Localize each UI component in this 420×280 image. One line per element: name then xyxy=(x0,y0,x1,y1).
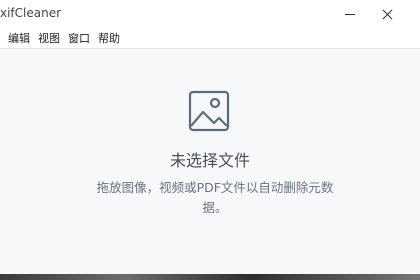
image-icon xyxy=(188,90,230,132)
empty-state-title: 未选择文件 xyxy=(169,151,250,170)
menu-help[interactable]: 帮助 xyxy=(98,30,120,46)
menu-edit[interactable]: 编辑 xyxy=(8,30,30,46)
empty-state-description: 拖放图像，视频或PDF文件以自动删除元数据。 xyxy=(96,180,334,215)
menu-view[interactable]: 视图 xyxy=(38,30,60,46)
file-drop-zone[interactable]: 未选择文件 拖放图像，视频或PDF文件以自动删除元数据。 xyxy=(0,49,420,280)
window-title: xifCleaner xyxy=(0,6,62,20)
title-bar: xifCleaner xyxy=(0,0,420,28)
menu-window[interactable]: 窗口 xyxy=(68,30,90,46)
minimize-button[interactable] xyxy=(330,0,370,28)
menu-bar: 编辑 视图 窗口 帮助 xyxy=(0,28,420,49)
close-icon xyxy=(383,9,393,19)
close-button[interactable] xyxy=(368,0,408,28)
minimize-icon xyxy=(345,13,355,15)
taskbar-edge xyxy=(0,274,420,280)
app-window: xifCleaner 编辑 视图 窗口 帮助 未选择文件 拖放图像，视频或PDF… xyxy=(0,0,420,280)
